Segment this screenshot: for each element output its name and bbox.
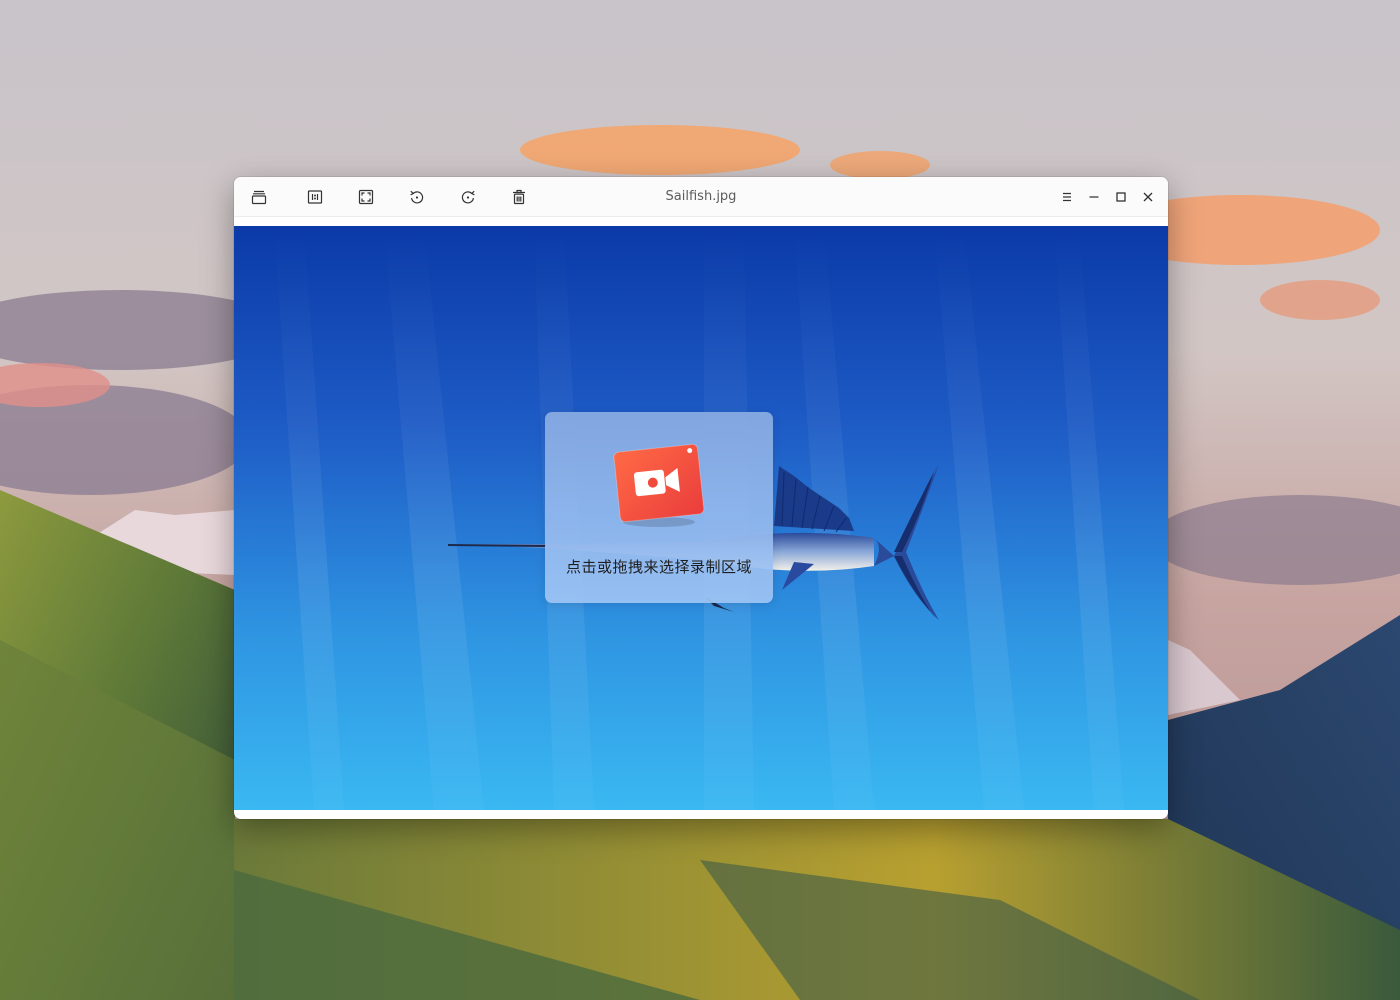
minimize-icon[interactable] [1082,185,1106,209]
screen-recorder-icon [613,443,705,527]
close-icon[interactable] [1136,185,1160,209]
delete-icon[interactable] [507,185,531,209]
maximize-icon[interactable] [1109,185,1133,209]
menu-icon[interactable] [1055,185,1079,209]
fit-window-icon[interactable] [354,185,378,209]
rotate-right-icon[interactable] [456,185,480,209]
titlebar: Sailfish.jpg [234,177,1168,217]
rotate-left-icon[interactable] [405,185,429,209]
recorder-hint: 点击或拖拽来选择录制区域 [565,558,752,576]
recorder-prompt[interactable]: 点击或拖拽来选择录制区域 [545,412,773,603]
collection-icon[interactable] [247,185,271,209]
original-size-icon[interactable] [303,185,327,209]
